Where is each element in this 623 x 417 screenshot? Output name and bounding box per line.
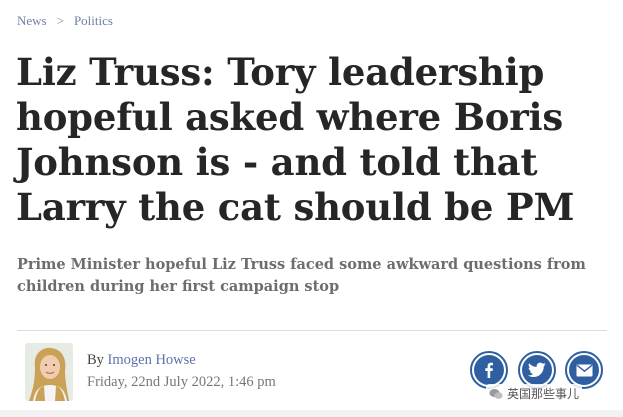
article-headline: Liz Truss: Tory leadership hopeful asked…	[16, 50, 575, 229]
breadcrumb-news-link[interactable]: News	[17, 13, 47, 29]
facebook-icon	[474, 355, 504, 385]
watermark: 英国那些事儿	[486, 384, 583, 403]
twitter-icon	[522, 355, 552, 385]
email-icon	[569, 355, 599, 385]
article-standfirst: Prime Minister hopeful Liz Truss faced s…	[17, 256, 586, 295]
breadcrumb-separator: >	[56, 13, 64, 28]
breadcrumb: News > Politics	[17, 13, 113, 29]
byline-prefix: By	[87, 352, 104, 368]
author-link[interactable]: Imogen Howse	[108, 352, 196, 368]
watermark-text: 英国那些事儿	[507, 387, 580, 401]
wechat-icon	[489, 388, 503, 399]
divider	[17, 330, 607, 331]
author-photo	[25, 343, 73, 401]
breadcrumb-politics-link[interactable]: Politics	[74, 13, 113, 29]
bottom-divider	[0, 410, 623, 417]
publish-date: Friday, 22nd July 2022, 1:46 pm	[87, 374, 276, 390]
author-avatar[interactable]	[25, 343, 73, 401]
byline: By Imogen Howse	[87, 352, 196, 369]
